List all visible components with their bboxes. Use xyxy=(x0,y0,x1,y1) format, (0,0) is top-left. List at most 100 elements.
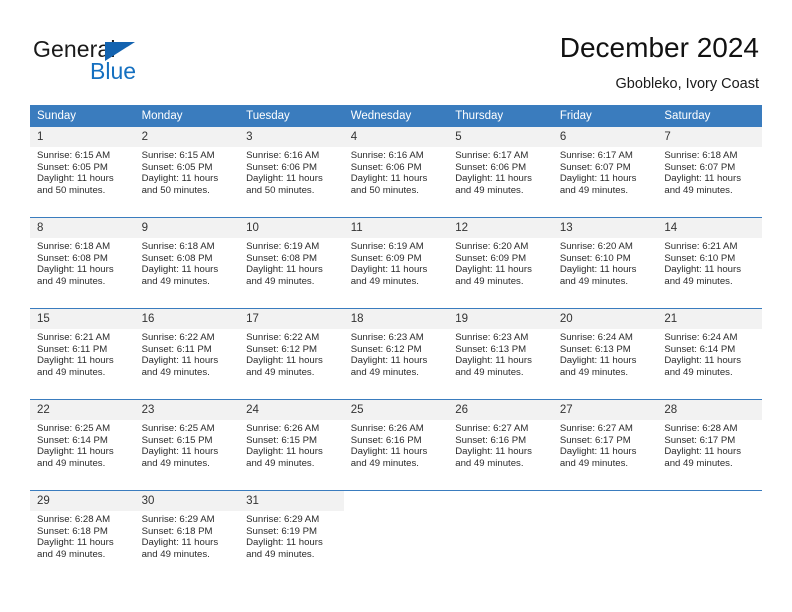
daylight-duration-line2: and 49 minutes. xyxy=(37,548,106,560)
sunset-time: Sunset: 6:14 PM xyxy=(664,343,736,355)
calendar-week-row: 1 Sunrise: 6:15 AM Sunset: 6:05 PM Daylight… xyxy=(30,127,762,218)
calendar-day-cell-empty xyxy=(448,490,553,581)
daylight-duration-line1: Daylight: 11 hours xyxy=(37,264,114,276)
daylight-duration-line2: and 49 minutes. xyxy=(455,457,524,469)
calendar-day-cell[interactable]: 27 Sunrise: 6:27 AM Sunset: 6:17 PM Dayligh… xyxy=(552,399,658,491)
calendar-day-cell[interactable]: 10 Sunrise: 6:19 AM Sunset: 6:08 PM Dayligh… xyxy=(239,217,344,309)
day-number: 28 xyxy=(657,400,762,420)
weekday-header-sunday: Sunday xyxy=(30,105,135,127)
daylight-duration-line2: and 49 minutes. xyxy=(664,184,733,196)
sunrise-time: Sunrise: 6:16 AM xyxy=(246,150,320,161)
day-cell-inner: 17 Sunrise: 6:22 AM Sunset: 6:12 PM Dayligh… xyxy=(239,309,344,399)
calendar-day-cell[interactable]: 14 Sunrise: 6:21 AM Sunset: 6:10 PM Dayligh… xyxy=(657,217,762,309)
calendar-day-cell[interactable]: 17 Sunrise: 6:22 AM Sunset: 6:12 PM Dayligh… xyxy=(239,308,344,400)
day-detail-lines: Sunrise: 6:27 AM Sunset: 6:16 PM Daylight:… xyxy=(448,420,553,469)
sunrise-time: Sunrise: 6:25 AM xyxy=(141,423,215,434)
calendar-day-cell[interactable]: 31 Sunrise: 6:29 AM Sunset: 6:19 PM Dayligh… xyxy=(239,490,344,581)
calendar-day-cell[interactable]: 21 Sunrise: 6:24 AM Sunset: 6:14 PM Dayligh… xyxy=(657,308,762,400)
day-number: 27 xyxy=(552,400,658,420)
calendar-day-cell[interactable]: 30 Sunrise: 6:29 AM Sunset: 6:18 PM Dayligh… xyxy=(134,490,240,581)
day-detail-lines: Sunrise: 6:15 AM Sunset: 6:05 PM Daylight:… xyxy=(135,147,240,196)
daylight-duration-line1: Daylight: 11 hours xyxy=(141,446,219,458)
day-cell-inner: 30 Sunrise: 6:29 AM Sunset: 6:18 PM Dayligh… xyxy=(134,491,240,581)
day-detail-lines: Sunrise: 6:21 AM Sunset: 6:11 PM Daylight:… xyxy=(30,329,135,378)
sunset-time: Sunset: 6:16 PM xyxy=(350,434,422,446)
daylight-duration-line2: and 49 minutes. xyxy=(246,457,315,469)
daylight-duration-line2: and 49 minutes. xyxy=(350,366,419,378)
daylight-duration-line1: Daylight: 11 hours xyxy=(664,355,741,367)
calendar-day-cell[interactable]: 8 Sunrise: 6:18 AM Sunset: 6:08 PM Daylight… xyxy=(30,217,135,309)
month-calendar-table: Sunday Monday Tuesday Wednesday Thursday… xyxy=(30,105,762,581)
sunrise-time: Sunrise: 6:18 AM xyxy=(37,241,111,252)
day-cell-inner: 11 Sunrise: 6:19 AM Sunset: 6:09 PM Dayligh… xyxy=(343,218,449,308)
calendar-day-cell[interactable]: 19 Sunrise: 6:23 AM Sunset: 6:13 PM Dayligh… xyxy=(448,308,553,400)
calendar-day-cell[interactable]: 2 Sunrise: 6:15 AM Sunset: 6:05 PM Daylight… xyxy=(134,127,240,218)
calendar-day-cell[interactable]: 6 Sunrise: 6:17 AM Sunset: 6:07 PM Daylight… xyxy=(552,127,658,218)
calendar-day-cell[interactable]: 25 Sunrise: 6:26 AM Sunset: 6:16 PM Dayligh… xyxy=(343,399,449,491)
daylight-duration-line2: and 50 minutes. xyxy=(246,184,315,196)
calendar-day-cell[interactable]: 12 Sunrise: 6:20 AM Sunset: 6:09 PM Dayligh… xyxy=(448,217,553,309)
sunrise-time: Sunrise: 6:26 AM xyxy=(246,423,320,434)
day-detail-lines: Sunrise: 6:16 AM Sunset: 6:06 PM Daylight:… xyxy=(239,147,344,196)
daylight-duration-line2: and 49 minutes. xyxy=(141,366,210,378)
sunrise-time: Sunrise: 6:21 AM xyxy=(37,332,111,343)
calendar-day-cell[interactable]: 28 Sunrise: 6:28 AM Sunset: 6:17 PM Dayligh… xyxy=(657,399,762,491)
calendar-day-cell[interactable]: 15 Sunrise: 6:21 AM Sunset: 6:11 PM Dayligh… xyxy=(30,308,135,400)
day-detail-lines: Sunrise: 6:19 AM Sunset: 6:09 PM Daylight:… xyxy=(344,238,449,287)
day-cell-inner: 19 Sunrise: 6:23 AM Sunset: 6:13 PM Dayligh… xyxy=(448,309,553,399)
day-detail-lines: Sunrise: 6:17 AM Sunset: 6:06 PM Daylight:… xyxy=(448,147,553,196)
sunset-time: Sunset: 6:16 PM xyxy=(455,434,527,446)
calendar-day-cell[interactable]: 13 Sunrise: 6:20 AM Sunset: 6:10 PM Dayligh… xyxy=(552,217,658,309)
sunset-time: Sunset: 6:06 PM xyxy=(246,161,318,173)
day-cell-inner: 29 Sunrise: 6:28 AM Sunset: 6:18 PM Dayligh… xyxy=(30,491,135,581)
day-number xyxy=(553,491,658,511)
daylight-duration-line2: and 49 minutes. xyxy=(141,457,210,469)
day-cell-inner xyxy=(657,491,762,581)
daylight-duration-line1: Daylight: 11 hours xyxy=(455,446,532,458)
calendar-day-cell[interactable]: 11 Sunrise: 6:19 AM Sunset: 6:09 PM Dayligh… xyxy=(343,217,449,309)
day-cell-inner: 21 Sunrise: 6:24 AM Sunset: 6:14 PM Dayligh… xyxy=(657,309,762,399)
calendar-day-cell[interactable]: 26 Sunrise: 6:27 AM Sunset: 6:16 PM Dayligh… xyxy=(448,399,553,491)
general-blue-logo[interactable]: General Blue xyxy=(33,36,253,86)
day-number: 10 xyxy=(239,218,344,238)
sunrise-time: Sunrise: 6:21 AM xyxy=(664,241,738,252)
calendar-day-cell[interactable]: 16 Sunrise: 6:22 AM Sunset: 6:11 PM Dayligh… xyxy=(134,308,240,400)
daylight-duration-line2: and 49 minutes. xyxy=(141,275,210,287)
calendar-day-cell[interactable]: 1 Sunrise: 6:15 AM Sunset: 6:05 PM Daylight… xyxy=(30,127,135,218)
calendar-day-cell[interactable]: 29 Sunrise: 6:28 AM Sunset: 6:18 PM Dayligh… xyxy=(30,490,135,581)
calendar-day-cell[interactable]: 23 Sunrise: 6:25 AM Sunset: 6:15 PM Dayligh… xyxy=(134,399,240,491)
calendar-day-cell[interactable]: 9 Sunrise: 6:18 AM Sunset: 6:08 PM Daylight… xyxy=(134,217,240,309)
day-cell-inner: 3 Sunrise: 6:16 AM Sunset: 6:06 PM Daylight… xyxy=(239,127,344,217)
day-number: 13 xyxy=(552,218,658,238)
daylight-duration-line1: Daylight: 11 hours xyxy=(559,355,637,367)
day-detail-lines: Sunrise: 6:28 AM Sunset: 6:17 PM Daylight:… xyxy=(657,420,762,469)
day-number xyxy=(448,491,553,511)
calendar-day-cell[interactable]: 4 Sunrise: 6:16 AM Sunset: 6:06 PM Daylight… xyxy=(343,127,449,218)
sunrise-time: Sunrise: 6:22 AM xyxy=(246,332,320,343)
daylight-duration-line2: and 49 minutes. xyxy=(559,457,629,469)
day-detail-lines: Sunrise: 6:28 AM Sunset: 6:18 PM Daylight:… xyxy=(30,511,135,560)
daylight-duration-line2: and 49 minutes. xyxy=(455,184,524,196)
calendar-day-cell[interactable]: 22 Sunrise: 6:25 AM Sunset: 6:14 PM Dayligh… xyxy=(30,399,135,491)
calendar-day-cell[interactable]: 20 Sunrise: 6:24 AM Sunset: 6:13 PM Dayligh… xyxy=(552,308,658,400)
calendar-page: General Blue December 2024 Gbobleko, Ivo… xyxy=(0,0,792,612)
sunset-time: Sunset: 6:12 PM xyxy=(246,343,318,355)
calendar-week-row: 22 Sunrise: 6:25 AM Sunset: 6:14 PM Dayligh… xyxy=(30,399,762,491)
calendar-day-cell[interactable]: 3 Sunrise: 6:16 AM Sunset: 6:06 PM Daylight… xyxy=(239,127,344,218)
sunrise-time: Sunrise: 6:24 AM xyxy=(664,332,738,343)
daylight-duration-line2: and 49 minutes. xyxy=(246,548,315,560)
calendar-day-cell[interactable]: 18 Sunrise: 6:23 AM Sunset: 6:12 PM Dayligh… xyxy=(343,308,449,400)
calendar-day-cell[interactable]: 7 Sunrise: 6:18 AM Sunset: 6:07 PM Daylight… xyxy=(657,127,762,218)
day-cell-inner: 28 Sunrise: 6:28 AM Sunset: 6:17 PM Dayligh… xyxy=(657,400,762,490)
daylight-duration-line2: and 50 minutes. xyxy=(141,184,210,196)
day-number: 14 xyxy=(657,218,762,238)
calendar-day-cell[interactable]: 5 Sunrise: 6:17 AM Sunset: 6:06 PM Daylight… xyxy=(448,127,553,218)
calendar-week-row: 29 Sunrise: 6:28 AM Sunset: 6:18 PM Dayligh… xyxy=(30,490,762,581)
day-number: 26 xyxy=(448,400,553,420)
day-cell-inner: 13 Sunrise: 6:20 AM Sunset: 6:10 PM Dayligh… xyxy=(552,218,658,308)
page-title: December 2024 xyxy=(559,32,759,63)
daylight-duration-line2: and 49 minutes. xyxy=(141,548,210,560)
day-cell-inner: 16 Sunrise: 6:22 AM Sunset: 6:11 PM Dayligh… xyxy=(134,309,240,399)
calendar-day-cell[interactable]: 24 Sunrise: 6:26 AM Sunset: 6:15 PM Dayligh… xyxy=(239,399,344,491)
day-number: 23 xyxy=(134,400,240,420)
